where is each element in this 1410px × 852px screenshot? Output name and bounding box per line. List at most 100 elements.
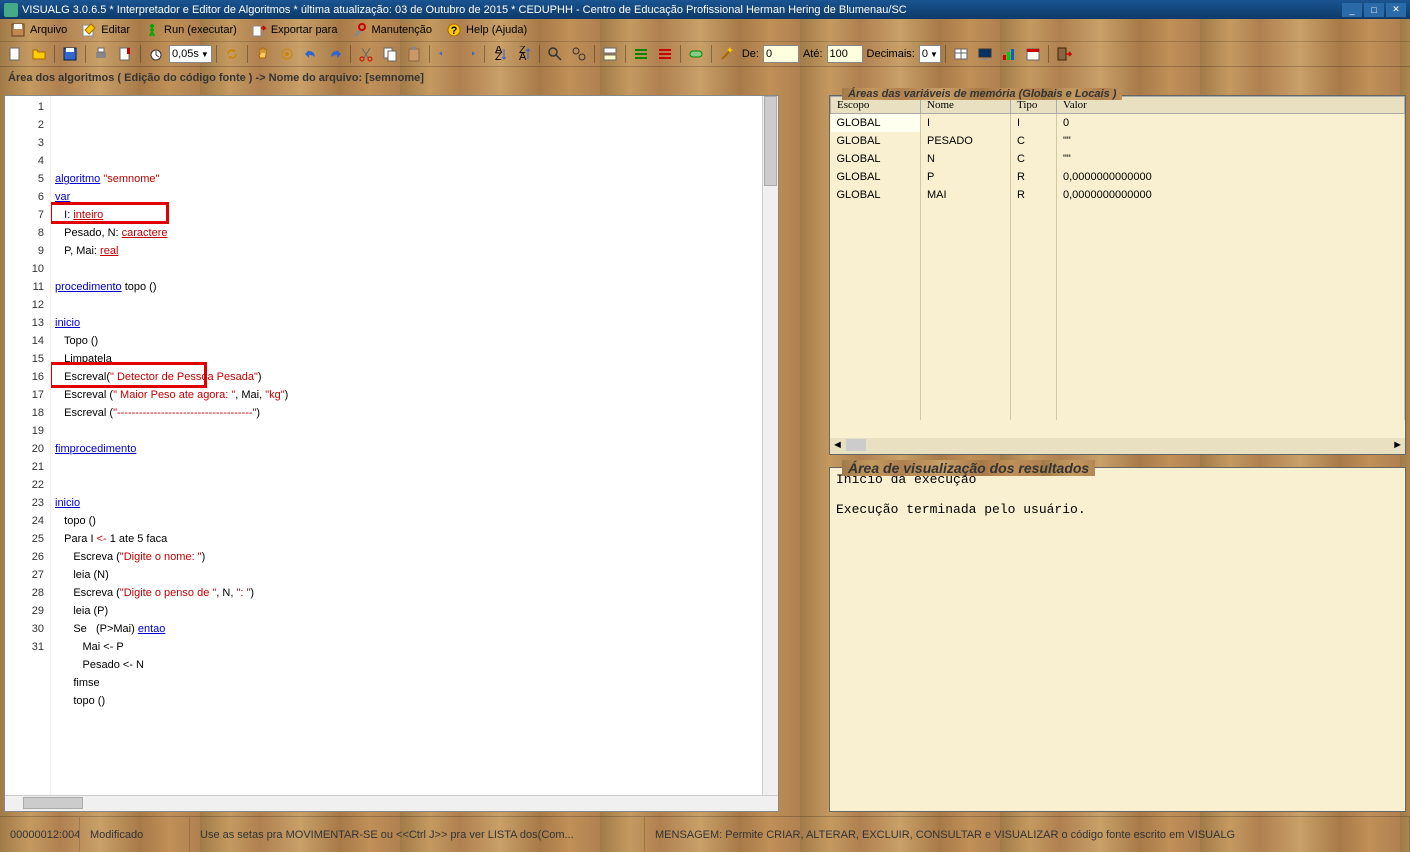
code-line[interactable]: Escreva ("Digite o penso de ", N, ": ") bbox=[55, 584, 762, 602]
code-line[interactable]: Escreva ("Digite o nome: ") bbox=[55, 548, 762, 566]
title-bar: VISUALG 3.0.6.5 * Interpretador e Editor… bbox=[0, 0, 1410, 19]
code-line[interactable] bbox=[55, 458, 762, 476]
calendar-button[interactable] bbox=[1022, 43, 1044, 65]
output-title: Área de visualização dos resultados bbox=[842, 460, 1095, 476]
minimize-button[interactable]: _ bbox=[1342, 3, 1362, 17]
paste-button[interactable] bbox=[403, 43, 425, 65]
table-row[interactable]: GLOBALPESADOC"" bbox=[831, 132, 1405, 150]
code-line[interactable]: inicio bbox=[55, 314, 762, 332]
redo-button[interactable] bbox=[324, 43, 346, 65]
code-line[interactable] bbox=[55, 710, 762, 728]
table-row[interactable]: GLOBALPR0,0000000000000 bbox=[831, 168, 1405, 186]
wand-button[interactable] bbox=[716, 43, 738, 65]
table-row bbox=[831, 312, 1405, 330]
output-content[interactable]: Início da execução Execução terminada pe… bbox=[830, 468, 1405, 811]
monitor-button[interactable] bbox=[974, 43, 996, 65]
menu-manutencao[interactable]: Manutenção bbox=[345, 20, 438, 40]
code-line[interactable] bbox=[55, 260, 762, 278]
maximize-button[interactable]: □ bbox=[1364, 3, 1384, 17]
chart-button[interactable] bbox=[998, 43, 1020, 65]
decimais-combo[interactable]: 0▼ bbox=[919, 45, 941, 63]
de-input[interactable]: 0 bbox=[763, 45, 799, 63]
status-hint: Use as setas pra MOVIMENTAR-SE ou <<Ctrl… bbox=[190, 817, 645, 852]
code-line[interactable]: fimprocedimento bbox=[55, 440, 762, 458]
undo-button[interactable] bbox=[300, 43, 322, 65]
code-line[interactable]: fimse bbox=[55, 674, 762, 692]
cut-button[interactable] bbox=[355, 43, 377, 65]
sort-desc-button[interactable]: ZA bbox=[513, 43, 535, 65]
code-line[interactable] bbox=[55, 422, 762, 440]
de-label: De: bbox=[740, 48, 761, 60]
code-line[interactable]: Se (P>Mai) entao bbox=[55, 620, 762, 638]
code-line[interactable] bbox=[55, 476, 762, 494]
replace-button[interactable] bbox=[599, 43, 621, 65]
table-row[interactable]: GLOBALNC"" bbox=[831, 150, 1405, 168]
open-button[interactable] bbox=[28, 43, 50, 65]
ate-input[interactable]: 100 bbox=[827, 45, 863, 63]
code-editor[interactable]: 1234567891011121314151617181920212223242… bbox=[5, 96, 778, 795]
code-line[interactable]: Limpatela bbox=[55, 350, 762, 368]
bookmark-button[interactable] bbox=[114, 43, 136, 65]
code-line[interactable]: Topo () bbox=[55, 332, 762, 350]
comment-button[interactable] bbox=[630, 43, 652, 65]
find-next-button[interactable] bbox=[568, 43, 590, 65]
code-line[interactable]: algoritmo "semnome" bbox=[55, 170, 762, 188]
code-line[interactable]: leia (N) bbox=[55, 566, 762, 584]
find-button[interactable] bbox=[544, 43, 566, 65]
code-line[interactable]: Pesado, N: caractere bbox=[55, 224, 762, 242]
time-combo[interactable]: 0,05s▼ bbox=[169, 45, 212, 63]
sort-asc-button[interactable]: AZ bbox=[489, 43, 511, 65]
menu-help[interactable]: ? Help (Ajuda) bbox=[440, 20, 533, 40]
code-line[interactable]: Escreval ("-----------------------------… bbox=[55, 404, 762, 422]
variables-panel: Áreas das variáveis de memória (Globais … bbox=[829, 95, 1406, 455]
status-pos: 00000012:0045 bbox=[0, 817, 80, 852]
menu-arquivo[interactable]: Arquivo bbox=[4, 20, 73, 40]
code-line[interactable]: P, Mai: real bbox=[55, 242, 762, 260]
help-icon: ? bbox=[446, 22, 462, 38]
run-icon bbox=[144, 22, 160, 38]
new-button[interactable] bbox=[4, 43, 26, 65]
code-line[interactable]: Pesado <- N bbox=[55, 656, 762, 674]
timer-button[interactable] bbox=[145, 43, 167, 65]
code-line[interactable]: topo () bbox=[55, 512, 762, 530]
code-line[interactable]: topo () bbox=[55, 692, 762, 710]
table-row[interactable]: GLOBALMAIR0,0000000000000 bbox=[831, 186, 1405, 204]
code-line[interactable] bbox=[55, 296, 762, 314]
toggle-button[interactable] bbox=[685, 43, 707, 65]
code-line[interactable]: inicio bbox=[55, 494, 762, 512]
variables-table[interactable]: Escopo Nome Tipo Valor GLOBALII0GLOBALPE… bbox=[830, 96, 1405, 438]
table-row[interactable]: GLOBALII0 bbox=[831, 114, 1405, 132]
indent-left-button[interactable] bbox=[434, 43, 456, 65]
save-button[interactable] bbox=[59, 43, 81, 65]
code-line[interactable]: leia (P) bbox=[55, 602, 762, 620]
code-line[interactable]: Mai <- P bbox=[55, 638, 762, 656]
code-line[interactable]: var bbox=[55, 188, 762, 206]
uncomment-button[interactable] bbox=[654, 43, 676, 65]
exit-button[interactable] bbox=[1053, 43, 1075, 65]
variables-hscrollbar[interactable]: ◄► bbox=[830, 438, 1405, 454]
code-area[interactable]: algoritmo "semnome"var I: inteiro Pesado… bbox=[51, 96, 762, 795]
editor-vscrollbar[interactable] bbox=[762, 96, 778, 795]
menu-editar[interactable]: Editar bbox=[75, 20, 136, 40]
copy-button[interactable] bbox=[379, 43, 401, 65]
edit-icon bbox=[81, 22, 97, 38]
code-line[interactable]: Escreval(" Detector de Pessoa Pesada") bbox=[55, 368, 762, 386]
menu-exportar[interactable]: Exportar para bbox=[245, 20, 344, 40]
decimais-label: Decimais: bbox=[865, 48, 917, 60]
hand-button[interactable] bbox=[252, 43, 274, 65]
code-line[interactable]: procedimento topo () bbox=[55, 278, 762, 296]
table-button[interactable] bbox=[950, 43, 972, 65]
close-button[interactable]: ✕ bbox=[1386, 3, 1406, 17]
menu-run[interactable]: Run (executar) bbox=[138, 20, 243, 40]
code-line[interactable]: Escreval (" Maior Peso ate agora: ", Mai… bbox=[55, 386, 762, 404]
code-line[interactable]: Para I <- 1 ate 5 faca bbox=[55, 530, 762, 548]
table-row bbox=[831, 348, 1405, 366]
editor-hscrollbar[interactable] bbox=[5, 795, 778, 811]
target-button[interactable] bbox=[276, 43, 298, 65]
print-button[interactable] bbox=[90, 43, 112, 65]
ate-label: Até: bbox=[801, 48, 825, 60]
editor-pane: 1234567891011121314151617181920212223242… bbox=[4, 95, 779, 812]
refresh-button[interactable] bbox=[221, 43, 243, 65]
code-line[interactable]: I: inteiro bbox=[55, 206, 762, 224]
indent-right-button[interactable] bbox=[458, 43, 480, 65]
